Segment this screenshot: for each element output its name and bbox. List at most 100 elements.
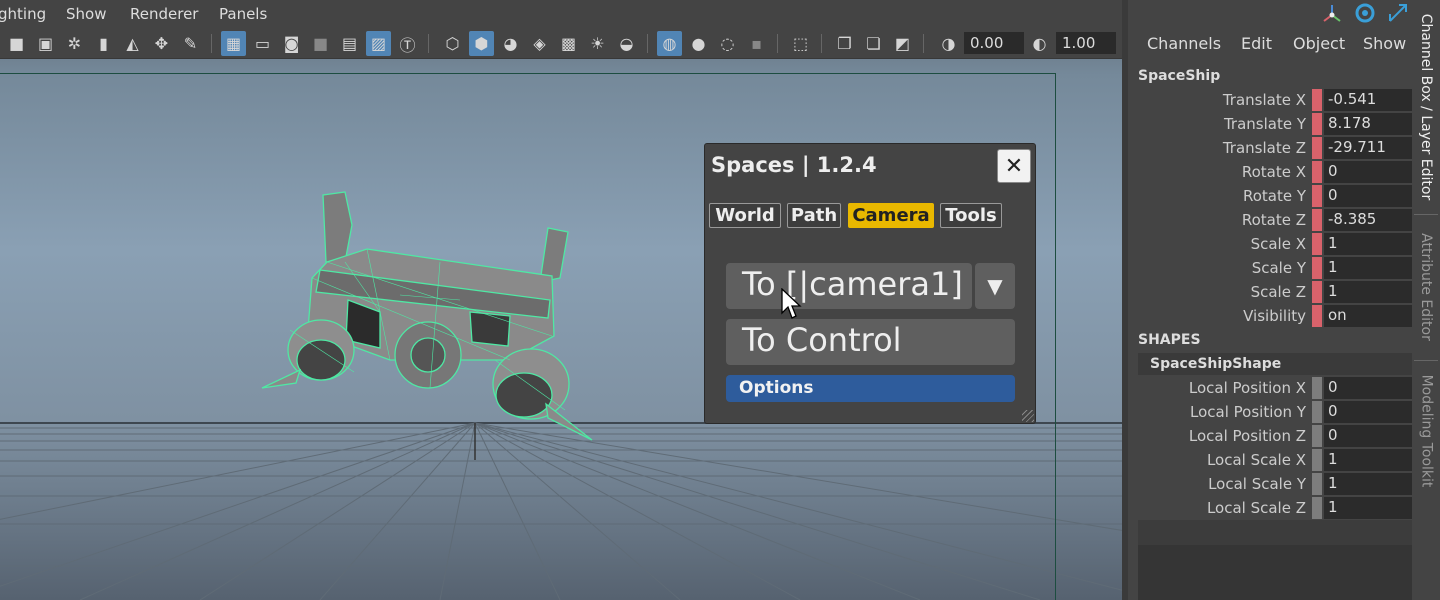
safe-title-icon[interactable]: Ⓣ <box>395 31 420 56</box>
wireframe-cube-icon[interactable]: ⬡ <box>440 31 465 56</box>
attribute-value-field[interactable]: 0 <box>1324 425 1412 447</box>
grease-pencil-icon[interactable]: ✎ <box>178 31 203 56</box>
isolate-select-icon[interactable]: ⬚ <box>788 31 813 56</box>
attribute-row-translate-y[interactable]: Translate Y 8.178 <box>1128 112 1412 136</box>
smooth-shade-cube-icon[interactable]: ⬢ <box>469 31 494 56</box>
attribute-value-field[interactable]: on <box>1324 305 1412 327</box>
unkeyed-indicator <box>1312 449 1322 471</box>
menu-panels[interactable]: Panels <box>219 5 267 23</box>
close-button[interactable]: ✕ <box>997 149 1031 183</box>
menu-object[interactable]: Object <box>1293 34 1345 53</box>
attribute-value-field[interactable]: 0 <box>1324 401 1412 423</box>
film-gate-icon[interactable]: ▭ <box>250 31 275 56</box>
image-plane-icon[interactable]: ◭ <box>120 31 145 56</box>
attribute-row-scale-x[interactable]: Scale X 1 <box>1128 232 1412 256</box>
menu-channels[interactable]: Channels <box>1147 34 1221 53</box>
checker-icon[interactable]: ▩ <box>556 31 581 56</box>
xray-components-icon[interactable]: ◩ <box>890 31 915 56</box>
menu-renderer[interactable]: Renderer <box>130 5 198 23</box>
attribute-value-field[interactable]: -8.385 <box>1324 209 1412 231</box>
menu-edit[interactable]: Edit <box>1241 34 1272 53</box>
field-chart-icon[interactable]: ▤ <box>337 31 362 56</box>
camera-attributes-icon[interactable]: ✲ <box>62 31 87 56</box>
tab-attribute-editor[interactable]: Attribute Editor <box>1412 222 1440 352</box>
shape-attribute-row-local-scale-x[interactable]: Local Scale X 1 <box>1128 448 1412 472</box>
shape-attribute-row-local-position-y[interactable]: Local Position Y 0 <box>1128 400 1412 424</box>
keyed-indicator <box>1312 161 1322 183</box>
attribute-value-field[interactable]: 1 <box>1324 281 1412 303</box>
menu-show[interactable]: Show <box>66 5 106 23</box>
attribute-row-visibility[interactable]: Visibility on <box>1128 304 1412 328</box>
shape-attribute-row-local-scale-z[interactable]: Local Scale Z 1 <box>1128 496 1412 520</box>
textured-cube-icon[interactable]: ◈ <box>527 31 552 56</box>
two-d-pan-zoom-icon[interactable]: ✥ <box>149 31 174 56</box>
tab-path[interactable]: Path <box>787 203 841 228</box>
grid-toggle-icon[interactable]: ▦ <box>221 31 246 56</box>
gamma-icon[interactable]: ◐ <box>1027 31 1052 56</box>
attribute-value-field[interactable]: 1 <box>1324 449 1412 471</box>
menu-show[interactable]: Show <box>1363 34 1406 53</box>
resolution-gate-icon[interactable]: ◙ <box>279 31 304 56</box>
camera-icon[interactable]: ■ <box>4 31 29 56</box>
lights-icon[interactable]: ☀ <box>585 31 610 56</box>
gamma-field[interactable] <box>1056 32 1116 54</box>
attribute-row-translate-z[interactable]: Translate Z -29.711 <box>1128 136 1412 160</box>
attribute-row-scale-y[interactable]: Scale Y 1 <box>1128 256 1412 280</box>
tab-modeling-toolkit[interactable]: Modeling Toolkit <box>1412 366 1440 496</box>
shape-attribute-row-local-position-z[interactable]: Local Position Z 0 <box>1128 424 1412 448</box>
attribute-row-scale-z[interactable]: Scale Z 1 <box>1128 280 1412 304</box>
shape-name[interactable]: SpaceShipShape <box>1150 356 1281 372</box>
attribute-value-field[interactable]: 0 <box>1324 377 1412 399</box>
resize-handle[interactable] <box>1022 410 1034 422</box>
shadows-icon[interactable]: ◒ <box>614 31 639 56</box>
menu-lighting[interactable]: ghting <box>0 5 46 23</box>
keyed-indicator <box>1312 89 1322 111</box>
toolbar-separator <box>211 34 212 53</box>
screen-space-ao-icon[interactable]: ◍ <box>657 31 682 56</box>
attribute-row-rotate-z[interactable]: Rotate Z -8.385 <box>1128 208 1412 232</box>
tab-camera[interactable]: Camera <box>848 203 934 228</box>
attribute-value-field[interactable]: 0 <box>1324 161 1412 183</box>
default-material-icon[interactable]: ◕ <box>498 31 523 56</box>
tab-tools[interactable]: Tools <box>940 203 1002 228</box>
gate-mask-icon[interactable]: ■ <box>308 31 333 56</box>
anti-aliasing-icon[interactable]: ◌ <box>715 31 740 56</box>
attribute-value-field[interactable]: -0.541 <box>1324 89 1412 111</box>
attribute-value-field[interactable]: 1 <box>1324 257 1412 279</box>
shape-attribute-row-local-position-x[interactable]: Local Position X 0 <box>1128 376 1412 400</box>
xray-joints-icon[interactable]: ❏ <box>861 31 886 56</box>
attribute-label: Local Scale Y <box>1208 475 1306 493</box>
attribute-value-field[interactable]: -29.711 <box>1324 137 1412 159</box>
shape-attribute-row-local-scale-y[interactable]: Local Scale Y 1 <box>1128 472 1412 496</box>
spaceship-wireframe[interactable] <box>261 191 593 441</box>
options-button[interactable]: Options <box>726 375 1015 402</box>
attribute-value-field[interactable]: 1 <box>1324 473 1412 495</box>
attribute-value-field[interactable]: 1 <box>1324 233 1412 255</box>
object-name[interactable]: SpaceShip <box>1138 68 1220 84</box>
exposure-field[interactable] <box>964 32 1024 54</box>
tool-settings-icon[interactable] <box>1386 1 1410 25</box>
attribute-row-rotate-x[interactable]: Rotate X 0 <box>1128 160 1412 184</box>
depth-of-field-icon[interactable]: ▪ <box>744 31 769 56</box>
tab-channel-box-layer-editor[interactable]: Channel Box / Layer Editor <box>1412 4 1440 210</box>
camera-dropdown-button[interactable]: ▼ <box>975 263 1015 309</box>
unkeyed-indicator <box>1312 377 1322 399</box>
to-camera-button[interactable]: To [|camera1] <box>726 263 972 309</box>
lock-camera-icon[interactable]: ▣ <box>33 31 58 56</box>
attribute-row-translate-x[interactable]: Translate X -0.541 <box>1128 88 1412 112</box>
spaces-window-title: Spaces | 1.2.4 <box>711 153 877 177</box>
attribute-row-rotate-y[interactable]: Rotate Y 0 <box>1128 184 1412 208</box>
channel-box-empty-area <box>1138 520 1412 545</box>
to-control-button[interactable]: To Control <box>726 319 1015 365</box>
tab-world[interactable]: World <box>709 203 781 228</box>
attribute-editor-icon[interactable] <box>1353 1 1377 25</box>
xray-icon[interactable]: ❐ <box>832 31 857 56</box>
exposure-icon[interactable]: ◑ <box>936 31 961 56</box>
channel-box-layout-icon[interactable] <box>1320 1 1344 25</box>
attribute-value-field[interactable]: 8.178 <box>1324 113 1412 135</box>
attribute-value-field[interactable]: 0 <box>1324 185 1412 207</box>
bookmark-icon[interactable]: ▮ <box>91 31 116 56</box>
safe-action-icon[interactable]: ▨ <box>366 31 391 56</box>
attribute-value-field[interactable]: 1 <box>1324 497 1412 519</box>
motion-blur-icon[interactable]: ● <box>686 31 711 56</box>
